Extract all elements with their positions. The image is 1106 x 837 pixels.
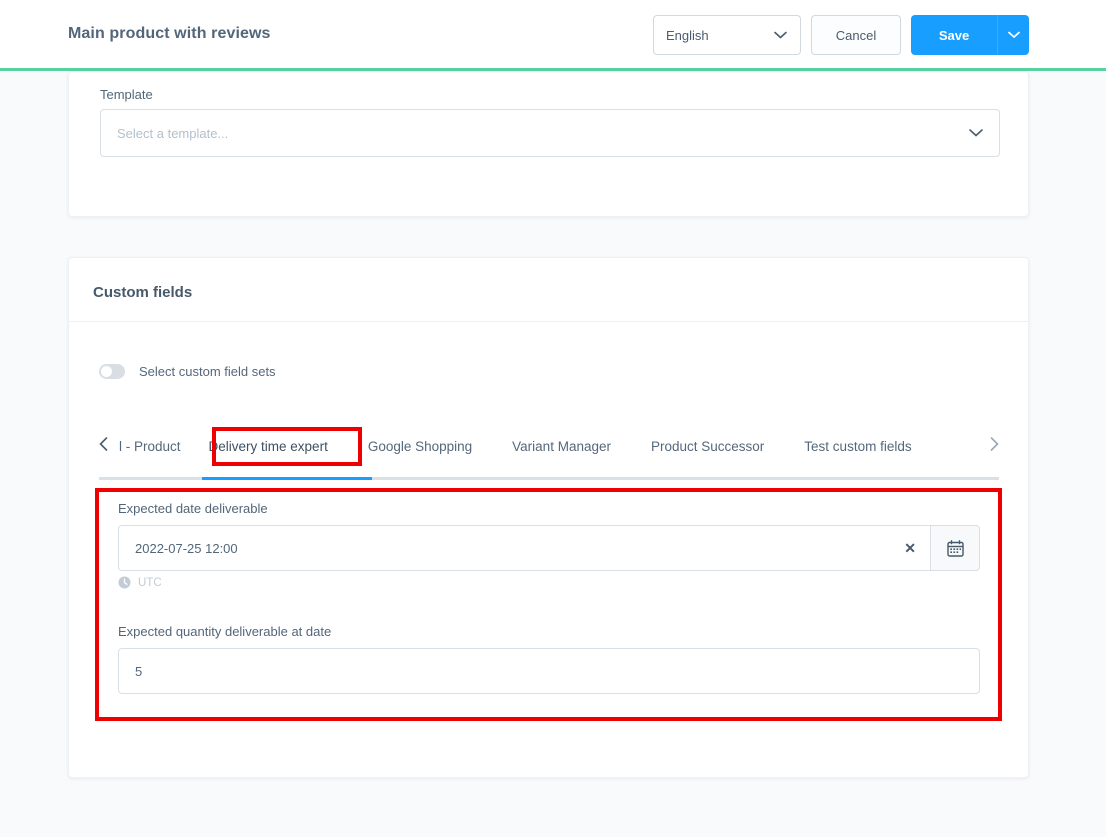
chevron-right-icon[interactable] <box>990 437 999 451</box>
expected-date-deliverable-field: 2022-07-25 12:00 ✕ <box>118 525 980 571</box>
chevron-down-icon <box>969 129 983 138</box>
chevron-down-icon <box>774 31 787 39</box>
expected-date-deliverable-label: Expected date deliverable <box>118 501 268 516</box>
tab-google-shopping[interactable]: Google Shopping <box>348 425 492 469</box>
tab-list: l - Product Delivery time expert Google … <box>117 425 932 469</box>
chevron-left-icon[interactable] <box>99 437 108 451</box>
tab-label: Product Successor <box>650 439 765 454</box>
template-select-placeholder: Select a template... <box>117 125 229 141</box>
tab-label: Test custom fields <box>804 439 912 454</box>
tab-label: Variant Manager <box>512 439 611 454</box>
header-actions: English Cancel Save <box>653 15 1029 55</box>
toggle-knob <box>101 366 112 377</box>
card-divider <box>69 321 1028 322</box>
timezone-label: UTC <box>138 576 162 589</box>
cancel-button[interactable]: Cancel <box>811 15 901 55</box>
close-icon[interactable]: ✕ <box>904 541 916 555</box>
template-card: Template Select a template... <box>68 71 1029 217</box>
expected-date-deliverable-value: 2022-07-25 12:00 <box>135 540 238 556</box>
custom-fields-title: Custom fields <box>93 284 193 301</box>
select-custom-field-sets-label: Select custom field sets <box>139 364 276 379</box>
language-select[interactable]: English <box>653 15 801 55</box>
expected-quantity-value: 5 <box>135 663 143 679</box>
tab-underline-active <box>202 477 372 480</box>
tab-delivery-time-expert[interactable]: Delivery time expert <box>189 425 348 469</box>
app-header: Main product with reviews English Cancel… <box>0 0 1106 68</box>
chevron-down-icon <box>1007 31 1020 39</box>
calendar-icon[interactable] <box>930 525 980 571</box>
clock-icon <box>118 576 131 589</box>
select-custom-field-sets-toggle[interactable] <box>99 364 125 379</box>
tab-product-successor[interactable]: Product Successor <box>631 425 784 469</box>
select-custom-field-sets-row[interactable]: Select custom field sets <box>99 364 276 379</box>
custom-fields-card: Custom fields <box>68 257 1029 778</box>
custom-field-tabs: l - Product Delivery time expert Google … <box>99 425 999 473</box>
expected-quantity-label: Expected quantity deliverable at date <box>118 624 332 639</box>
template-select[interactable]: Select a template... <box>100 109 1000 157</box>
tab-label: Google Shopping <box>367 439 473 454</box>
tab-variant-manager[interactable]: Variant Manager <box>492 425 631 469</box>
tab-test-custom-fields[interactable]: Test custom fields <box>784 425 931 469</box>
timezone-hint: UTC <box>118 576 162 589</box>
expected-date-deliverable-input[interactable]: 2022-07-25 12:00 ✕ <box>118 525 930 571</box>
template-label: Template <box>100 87 153 102</box>
save-button[interactable]: Save <box>911 15 997 55</box>
tab-label: l - Product <box>119 439 181 454</box>
language-select-value: English <box>666 27 709 43</box>
save-dropdown-button[interactable] <box>997 15 1029 55</box>
tab-label: Delivery time expert <box>208 439 328 454</box>
save-button-group: Save <box>911 15 1029 55</box>
tab-product[interactable]: l - Product <box>117 425 189 469</box>
page-title: Main product with reviews <box>68 25 271 42</box>
expected-quantity-input[interactable]: 5 <box>118 648 980 694</box>
